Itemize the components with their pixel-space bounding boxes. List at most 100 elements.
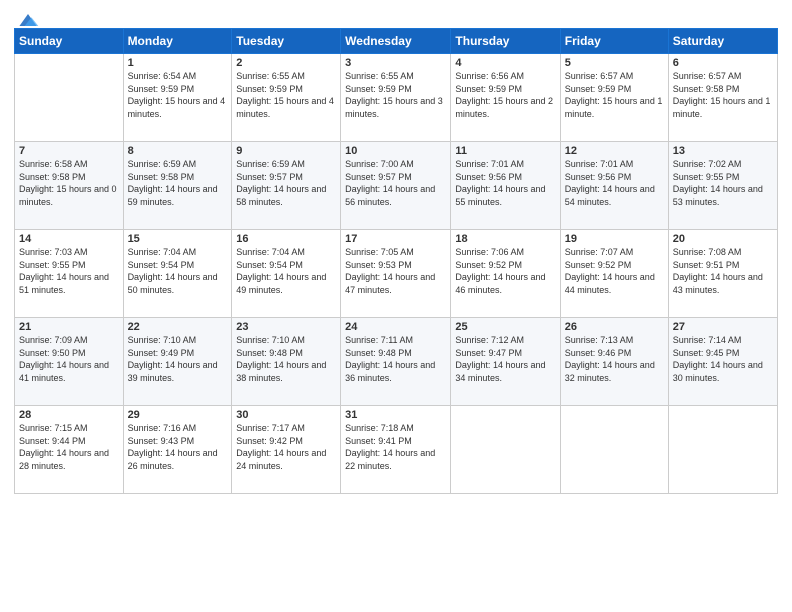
day-number: 21	[19, 321, 119, 333]
calendar-week-row: 21Sunrise: 7:09 AMSunset: 9:50 PMDayligh…	[15, 318, 778, 406]
logo-icon	[16, 10, 40, 30]
calendar-cell: 10Sunrise: 7:00 AMSunset: 9:57 PMDayligh…	[341, 142, 451, 230]
day-number: 11	[455, 145, 555, 157]
calendar-cell: 12Sunrise: 7:01 AMSunset: 9:56 PMDayligh…	[560, 142, 668, 230]
day-info: Sunrise: 7:14 AMSunset: 9:45 PMDaylight:…	[673, 334, 773, 384]
day-info: Sunrise: 7:00 AMSunset: 9:57 PMDaylight:…	[345, 158, 446, 208]
day-info: Sunrise: 7:07 AMSunset: 9:52 PMDaylight:…	[565, 246, 664, 296]
calendar-cell: 21Sunrise: 7:09 AMSunset: 9:50 PMDayligh…	[15, 318, 124, 406]
day-info: Sunrise: 7:08 AMSunset: 9:51 PMDaylight:…	[673, 246, 773, 296]
day-number: 9	[236, 145, 336, 157]
calendar-cell: 24Sunrise: 7:11 AMSunset: 9:48 PMDayligh…	[341, 318, 451, 406]
calendar-cell: 16Sunrise: 7:04 AMSunset: 9:54 PMDayligh…	[232, 230, 341, 318]
calendar-cell: 19Sunrise: 7:07 AMSunset: 9:52 PMDayligh…	[560, 230, 668, 318]
day-number: 18	[455, 233, 555, 245]
day-number: 26	[565, 321, 664, 333]
day-info: Sunrise: 7:10 AMSunset: 9:49 PMDaylight:…	[128, 334, 228, 384]
calendar-header-cell: Wednesday	[341, 29, 451, 54]
day-number: 7	[19, 145, 119, 157]
calendar-cell: 2Sunrise: 6:55 AMSunset: 9:59 PMDaylight…	[232, 54, 341, 142]
day-number: 29	[128, 409, 228, 421]
day-number: 10	[345, 145, 446, 157]
calendar-header-cell: Monday	[123, 29, 232, 54]
day-info: Sunrise: 7:05 AMSunset: 9:53 PMDaylight:…	[345, 246, 446, 296]
day-info: Sunrise: 6:59 AMSunset: 9:57 PMDaylight:…	[236, 158, 336, 208]
calendar-header-cell: Sunday	[15, 29, 124, 54]
day-number: 20	[673, 233, 773, 245]
calendar-header-cell: Friday	[560, 29, 668, 54]
day-info: Sunrise: 7:01 AMSunset: 9:56 PMDaylight:…	[565, 158, 664, 208]
day-info: Sunrise: 6:54 AMSunset: 9:59 PMDaylight:…	[128, 70, 228, 120]
calendar-cell: 4Sunrise: 6:56 AMSunset: 9:59 PMDaylight…	[451, 54, 560, 142]
day-number: 31	[345, 409, 446, 421]
day-info: Sunrise: 7:04 AMSunset: 9:54 PMDaylight:…	[236, 246, 336, 296]
calendar-header-cell: Saturday	[668, 29, 777, 54]
day-number: 1	[128, 57, 228, 69]
day-number: 12	[565, 145, 664, 157]
calendar-table: SundayMondayTuesdayWednesdayThursdayFrid…	[14, 28, 778, 494]
calendar-header-cell: Tuesday	[232, 29, 341, 54]
day-info: Sunrise: 7:18 AMSunset: 9:41 PMDaylight:…	[345, 422, 446, 472]
day-info: Sunrise: 7:09 AMSunset: 9:50 PMDaylight:…	[19, 334, 119, 384]
header	[14, 10, 778, 24]
page-container: SundayMondayTuesdayWednesdayThursdayFrid…	[0, 0, 792, 612]
calendar-week-row: 28Sunrise: 7:15 AMSunset: 9:44 PMDayligh…	[15, 406, 778, 494]
calendar-cell: 31Sunrise: 7:18 AMSunset: 9:41 PMDayligh…	[341, 406, 451, 494]
calendar-cell: 8Sunrise: 6:59 AMSunset: 9:58 PMDaylight…	[123, 142, 232, 230]
day-number: 25	[455, 321, 555, 333]
calendar-cell: 22Sunrise: 7:10 AMSunset: 9:49 PMDayligh…	[123, 318, 232, 406]
day-info: Sunrise: 6:57 AMSunset: 9:59 PMDaylight:…	[565, 70, 664, 120]
calendar-week-row: 1Sunrise: 6:54 AMSunset: 9:59 PMDaylight…	[15, 54, 778, 142]
day-number: 24	[345, 321, 446, 333]
day-info: Sunrise: 7:01 AMSunset: 9:56 PMDaylight:…	[455, 158, 555, 208]
day-number: 22	[128, 321, 228, 333]
calendar-cell: 14Sunrise: 7:03 AMSunset: 9:55 PMDayligh…	[15, 230, 124, 318]
calendar-week-row: 7Sunrise: 6:58 AMSunset: 9:58 PMDaylight…	[15, 142, 778, 230]
day-number: 19	[565, 233, 664, 245]
day-number: 17	[345, 233, 446, 245]
day-number: 3	[345, 57, 446, 69]
day-info: Sunrise: 7:04 AMSunset: 9:54 PMDaylight:…	[128, 246, 228, 296]
day-number: 2	[236, 57, 336, 69]
day-number: 23	[236, 321, 336, 333]
calendar-cell: 28Sunrise: 7:15 AMSunset: 9:44 PMDayligh…	[15, 406, 124, 494]
day-info: Sunrise: 7:17 AMSunset: 9:42 PMDaylight:…	[236, 422, 336, 472]
calendar-cell: 7Sunrise: 6:58 AMSunset: 9:58 PMDaylight…	[15, 142, 124, 230]
calendar-cell: 20Sunrise: 7:08 AMSunset: 9:51 PMDayligh…	[668, 230, 777, 318]
calendar-cell: 29Sunrise: 7:16 AMSunset: 9:43 PMDayligh…	[123, 406, 232, 494]
calendar-cell: 17Sunrise: 7:05 AMSunset: 9:53 PMDayligh…	[341, 230, 451, 318]
day-info: Sunrise: 7:12 AMSunset: 9:47 PMDaylight:…	[455, 334, 555, 384]
calendar-cell: 9Sunrise: 6:59 AMSunset: 9:57 PMDaylight…	[232, 142, 341, 230]
calendar-header-row: SundayMondayTuesdayWednesdayThursdayFrid…	[15, 29, 778, 54]
calendar-cell	[560, 406, 668, 494]
calendar-cell: 25Sunrise: 7:12 AMSunset: 9:47 PMDayligh…	[451, 318, 560, 406]
logo	[14, 10, 40, 24]
calendar-cell: 27Sunrise: 7:14 AMSunset: 9:45 PMDayligh…	[668, 318, 777, 406]
day-number: 14	[19, 233, 119, 245]
day-info: Sunrise: 7:03 AMSunset: 9:55 PMDaylight:…	[19, 246, 119, 296]
calendar-cell: 5Sunrise: 6:57 AMSunset: 9:59 PMDaylight…	[560, 54, 668, 142]
day-number: 16	[236, 233, 336, 245]
calendar-cell: 26Sunrise: 7:13 AMSunset: 9:46 PMDayligh…	[560, 318, 668, 406]
calendar-header-cell: Thursday	[451, 29, 560, 54]
day-number: 4	[455, 57, 555, 69]
day-info: Sunrise: 6:59 AMSunset: 9:58 PMDaylight:…	[128, 158, 228, 208]
day-number: 13	[673, 145, 773, 157]
calendar-cell: 3Sunrise: 6:55 AMSunset: 9:59 PMDaylight…	[341, 54, 451, 142]
calendar-cell	[451, 406, 560, 494]
day-info: Sunrise: 7:13 AMSunset: 9:46 PMDaylight:…	[565, 334, 664, 384]
calendar-cell	[15, 54, 124, 142]
calendar-cell: 13Sunrise: 7:02 AMSunset: 9:55 PMDayligh…	[668, 142, 777, 230]
day-info: Sunrise: 6:57 AMSunset: 9:58 PMDaylight:…	[673, 70, 773, 120]
calendar-week-row: 14Sunrise: 7:03 AMSunset: 9:55 PMDayligh…	[15, 230, 778, 318]
calendar-cell: 6Sunrise: 6:57 AMSunset: 9:58 PMDaylight…	[668, 54, 777, 142]
day-number: 15	[128, 233, 228, 245]
calendar-cell: 11Sunrise: 7:01 AMSunset: 9:56 PMDayligh…	[451, 142, 560, 230]
day-info: Sunrise: 7:11 AMSunset: 9:48 PMDaylight:…	[345, 334, 446, 384]
day-info: Sunrise: 7:02 AMSunset: 9:55 PMDaylight:…	[673, 158, 773, 208]
calendar-cell	[668, 406, 777, 494]
day-info: Sunrise: 6:58 AMSunset: 9:58 PMDaylight:…	[19, 158, 119, 208]
day-info: Sunrise: 6:55 AMSunset: 9:59 PMDaylight:…	[236, 70, 336, 120]
day-info: Sunrise: 7:15 AMSunset: 9:44 PMDaylight:…	[19, 422, 119, 472]
calendar-cell: 18Sunrise: 7:06 AMSunset: 9:52 PMDayligh…	[451, 230, 560, 318]
